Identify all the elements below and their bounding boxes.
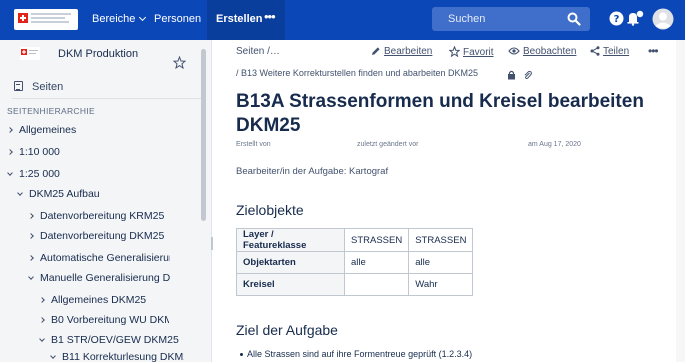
last-changed-date[interactable]: am Aug 17, 2020 <box>528 141 581 148</box>
tree-item-b0-vorbereitung[interactable]: B0 Vorbereitung WU DKM25 <box>39 314 169 328</box>
svg-text:?: ? <box>614 14 620 25</box>
tree-item-b1-str-oev-gew[interactable]: B1 STR/OEV/GEW DKM25 <box>39 334 179 348</box>
table-row: Objektarten alle alle <box>236 251 474 274</box>
tree-item-allgemeines-dkm25[interactable]: Allgemeines DKM25 <box>39 294 146 308</box>
chevron-right-icon[interactable] <box>28 213 34 219</box>
table-row: Kreisel Wahr <box>236 273 474 296</box>
table-row: Layer / Featureklasse STRASSEN STRASSEN <box>236 228 474 252</box>
tree-item-dkm25-aufbau[interactable]: DKM25 Aufbau <box>17 188 100 202</box>
tree-item-b11-korrekturlesung[interactable]: B11 Korrekturlesung DKM25 <box>50 351 184 362</box>
eye-icon <box>508 47 520 55</box>
tree-item-datenvorbereitung-dkm25[interactable]: Datenvorbereitung DKM25 <box>28 230 164 244</box>
create-button[interactable]: Erstellen <box>216 13 262 25</box>
section-heading-zielobjekte: Zielobjekte <box>236 202 304 218</box>
list-item: Alle Strassen sind auf ihre Formentreue … <box>239 349 473 359</box>
table-header-cell: Kreisel <box>236 273 345 296</box>
notifications-bell-icon[interactable] <box>626 10 644 26</box>
chevron-down-icon <box>139 13 147 22</box>
favorite-button[interactable]: Favorit <box>448 45 494 58</box>
create-more-button[interactable]: ••• <box>264 9 276 24</box>
chevron-down-icon[interactable] <box>17 190 23 196</box>
main-scrollbar[interactable] <box>676 40 685 362</box>
nav-personen-link[interactable]: Personen <box>154 13 201 25</box>
table-cell: alle <box>408 251 474 274</box>
more-actions-button[interactable]: ••• <box>648 44 659 58</box>
share-icon <box>590 46 600 56</box>
watch-button[interactable]: Beobachten <box>508 46 576 57</box>
tree-item-automatische-generalisierung[interactable]: Automatische Generalisierung <box>28 252 170 266</box>
search-icon[interactable] <box>567 12 581 26</box>
star-icon[interactable] <box>173 56 186 69</box>
space-title[interactable]: DKM Produktion <box>58 48 138 60</box>
assignee-text: Bearbeiter/in der Aufgabe: Kartograf <box>236 166 389 177</box>
table-cell: alle <box>343 251 410 274</box>
user-avatar-icon[interactable] <box>652 8 674 30</box>
table-cell <box>343 273 410 296</box>
parent-breadcrumb[interactable]: / B13 Weitere Korrekturstellen finden un… <box>236 68 478 78</box>
sidebar-divider <box>12 98 202 99</box>
breadcrumb[interactable]: Seiten /… <box>236 46 280 57</box>
pages-icon <box>14 81 23 91</box>
share-button[interactable]: Teilen <box>590 46 629 57</box>
sidebar-scrollbar[interactable] <box>201 49 206 221</box>
last-changed-label[interactable]: zuletzt geändert vor <box>357 141 418 148</box>
table-cell: Wahr <box>408 273 474 296</box>
chevron-down-icon[interactable] <box>7 170 13 176</box>
page-restriction-icons <box>507 67 533 85</box>
chevron-right-icon[interactable] <box>7 127 13 133</box>
edit-button[interactable]: Bearbeiten <box>371 46 432 57</box>
chevron-right-icon[interactable] <box>39 317 45 323</box>
chevron-right-icon[interactable] <box>39 297 45 303</box>
page-title: B13A Strassenformen und Kreisel bearbeit… <box>236 91 644 136</box>
lock-icon[interactable] <box>507 70 516 80</box>
sidebar-item-pages[interactable]: Seiten <box>14 80 63 93</box>
star-icon <box>448 45 461 58</box>
target-objects-table: Layer / Featureklasse STRASSEN STRASSEN … <box>236 228 474 296</box>
section-heading-ziel-der-aufgabe: Ziel der Aufgabe <box>236 322 338 338</box>
table-header-cell: Objektarten <box>236 251 345 274</box>
chevron-right-icon[interactable] <box>7 149 13 155</box>
created-by-label: Erstellt von <box>236 141 271 148</box>
search-placeholder: Suchen <box>448 13 486 25</box>
table-header-cell: Layer / Featureklasse <box>236 228 345 252</box>
chevron-right-icon[interactable] <box>28 255 34 261</box>
tree-item-manuelle-generalisierung[interactable]: Manuelle Generalisierung DKM25 <box>28 272 170 286</box>
table-cell: STRASSEN <box>408 228 474 252</box>
chevron-down-icon[interactable] <box>39 336 45 342</box>
chevron-down-icon[interactable] <box>28 274 34 280</box>
tree-item-datenvorbereitung-krm25[interactable]: Datenvorbereitung KRM25 <box>28 210 164 224</box>
pencil-icon <box>372 47 380 55</box>
chevron-right-icon[interactable] <box>28 233 34 239</box>
table-cell: STRASSEN <box>343 228 410 252</box>
tree-item-1-10000[interactable]: 1:10 000 <box>7 146 60 160</box>
sidebar-resize-handle[interactable] <box>211 237 213 250</box>
chevron-down-icon[interactable] <box>50 353 56 359</box>
help-icon[interactable]: ? <box>609 11 624 26</box>
tree-item-1-25000[interactable]: 1:25 000 <box>7 168 60 182</box>
tree-item-allgemeines[interactable]: Allgemeines <box>7 124 76 138</box>
page-tree-header: SEITENHIERARCHIE <box>7 106 95 116</box>
nav-bereiche-menu[interactable]: Bereiche <box>92 13 147 25</box>
swiss-confederation-logo[interactable] <box>14 9 78 30</box>
paperclip-icon[interactable] <box>523 70 533 80</box>
space-logo-icon[interactable] <box>20 47 40 60</box>
